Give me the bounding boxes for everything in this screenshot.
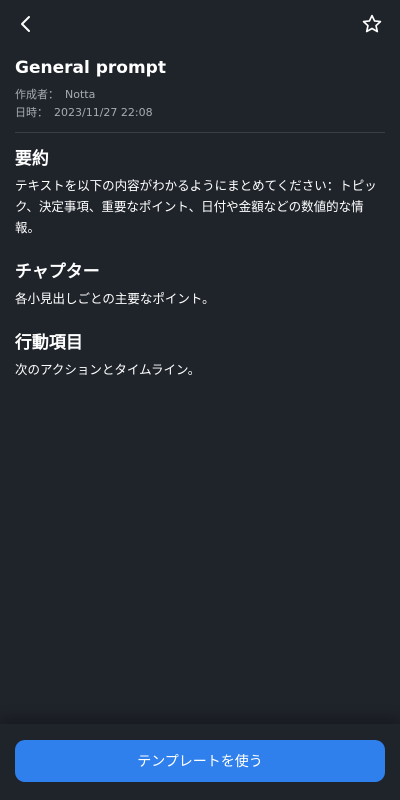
date-row: 日時： 2023/11/27 22:08 [15,104,385,122]
template-detail: General prompt 作成者： Notta 日時： 2023/11/27… [15,56,385,402]
section-body: 次のアクションとタイムライン。 [15,362,201,377]
star-outline-icon [362,14,382,33]
section-heading: 要約 [15,149,49,169]
section-heading: 行動項目 [15,333,83,353]
section-body: テキストを以下の内容がわかるようにまとめてください：トピック、決定事項、重要なポ… [15,178,377,235]
page-title: General prompt [15,58,166,78]
author-label: 作成者： [15,88,59,101]
section-chapters: チャプター 各小見出しごとの主要なポイント。 [15,260,385,309]
date-value: 2023/11/27 22:08 [54,106,153,119]
section-summary: 要約 テキストを以下の内容がわかるようにまとめてください：トピック、決定事項、重… [15,147,385,238]
section-action-items: 行動項目 次のアクションとタイムライン。 [15,331,385,380]
favorite-button[interactable] [358,10,386,38]
use-template-button[interactable]: テンプレートを使う [15,740,385,782]
date-label: 日時： [15,106,48,119]
author-row: 作成者： Notta [15,86,385,104]
bottom-bar: テンプレートを使う [0,724,400,800]
back-button[interactable] [12,10,40,38]
divider [15,132,385,133]
section-body: 各小見出しごとの主要なポイント。 [15,291,215,306]
section-heading: チャプター [15,262,100,282]
back-arrow-icon [21,16,30,32]
top-bar [0,0,400,48]
author-value: Notta [65,88,96,101]
